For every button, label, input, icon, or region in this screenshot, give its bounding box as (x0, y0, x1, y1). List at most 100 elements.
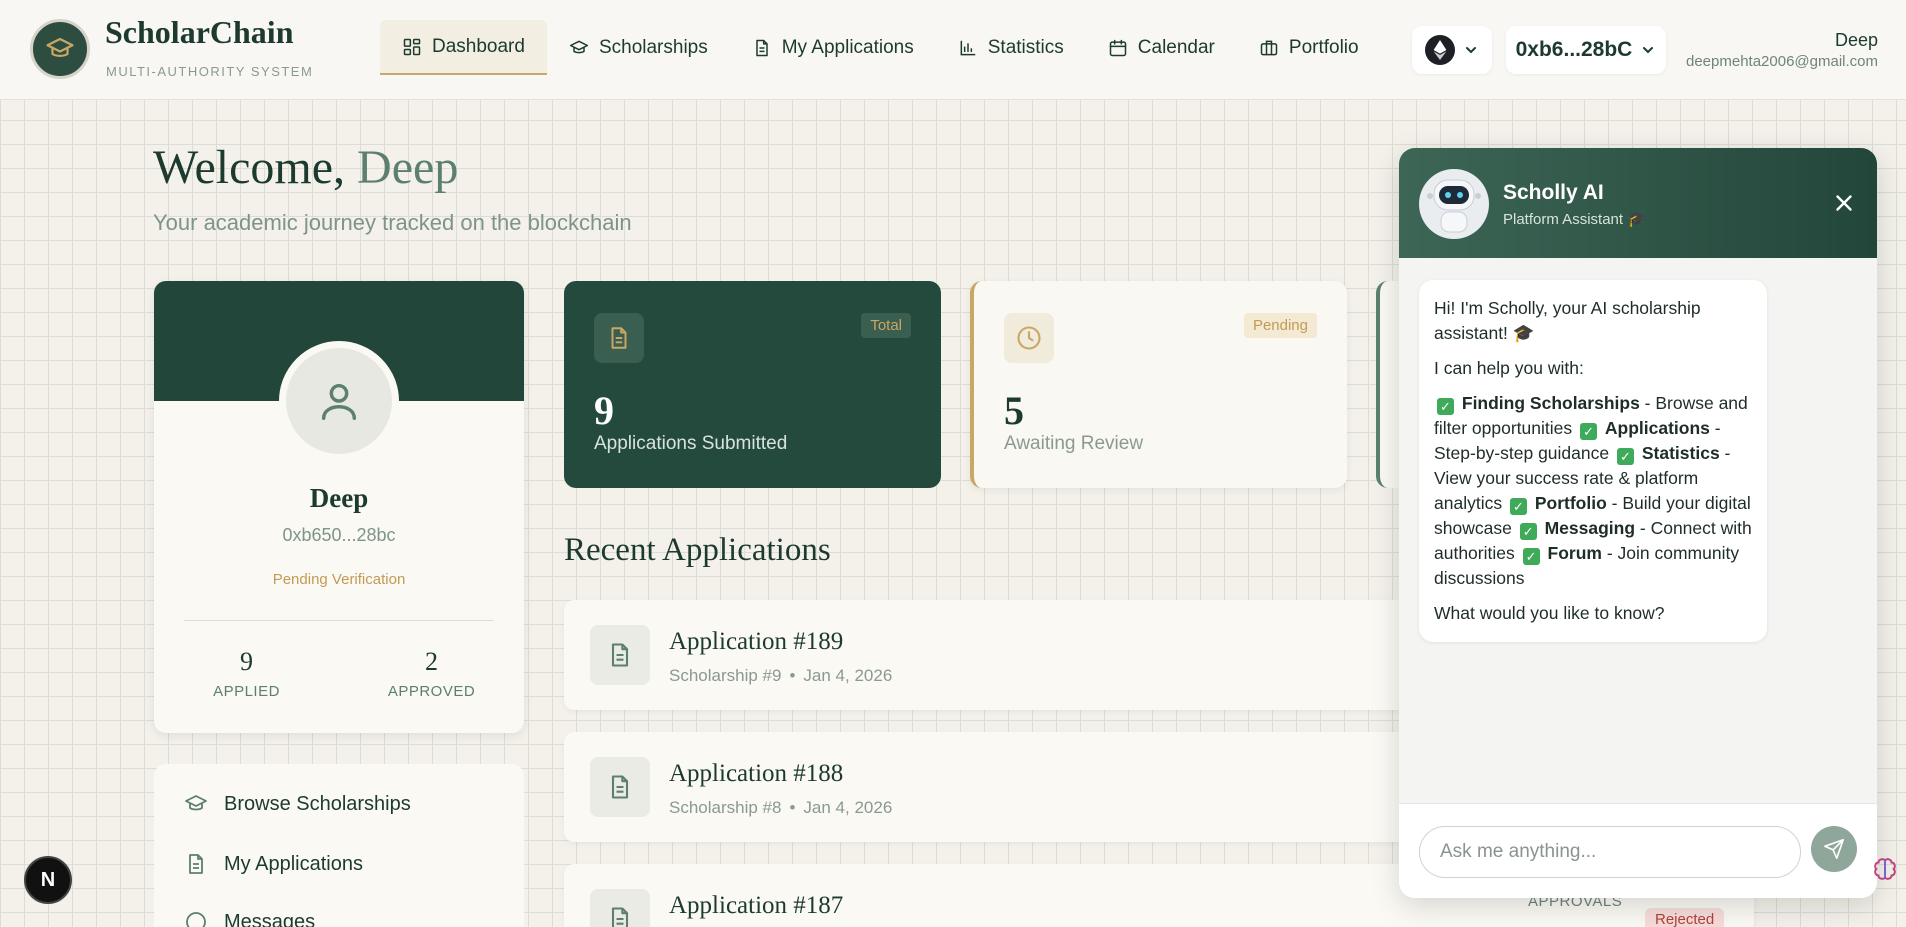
welcome-subtitle: Your academic journey tracked on the blo… (153, 210, 632, 235)
nav-label: Portfolio (1288, 36, 1359, 58)
send-button[interactable] (1811, 826, 1857, 872)
bar-chart-icon (960, 40, 976, 55)
checkmark-icon: ✓ (1437, 398, 1454, 415)
link-browse-scholarships[interactable]: Browse Scholarships (184, 792, 411, 816)
profile-name: Deep (309, 483, 369, 513)
feature-list: ✓ Finding Scholarships - Browse and filt… (1434, 391, 1752, 591)
application-title: Application #188 (669, 760, 844, 787)
stat-card-pending: Pending 5 Awaiting Review (970, 281, 1347, 488)
main-nav: Dashboard Scholarships My Applications S… (380, 20, 1381, 75)
document-icon (590, 889, 650, 927)
profile-address: 0xb650...28bc (282, 525, 396, 545)
link-messages[interactable]: Messages (184, 910, 315, 927)
chat-input[interactable] (1419, 826, 1801, 878)
nav-label: Scholarships (598, 36, 708, 58)
robot-avatar-icon (1419, 169, 1489, 239)
chat-subtitle: Platform Assistant 🎓 (1503, 211, 1646, 228)
applied-label: APPLIED (213, 683, 280, 700)
scholarship-id: Scholarship #9 (669, 666, 782, 685)
chevron-down-icon (1643, 47, 1654, 54)
divider (184, 620, 494, 621)
application-meta: Scholarship #8 • Jan 4, 2026 (669, 798, 893, 817)
application-row[interactable]: Application #189 Scholarship #9 • Jan 4, 2… (564, 600, 1424, 710)
applied-stat: 9 APPLIED (154, 647, 339, 700)
application-date: Jan 4, 2026 (803, 666, 893, 685)
top-nav-bar: ScholarChain MULTI-AUTHORITY SYSTEM Dash… (0, 0, 1906, 100)
document-icon (590, 757, 650, 817)
checkmark-icon: ✓ (1580, 423, 1598, 440)
approved-label: APPROVED (387, 683, 476, 700)
chat-header: Scholly AI Platform Assistant 🎓 (1399, 148, 1877, 258)
brain-icon[interactable] (1872, 856, 1898, 882)
link-label: Messages (224, 910, 316, 927)
chat-icon (186, 912, 206, 927)
chevron-down-icon (1466, 47, 1476, 54)
stat-label: Awaiting Review (1004, 433, 1144, 454)
nav-label: Dashboard (432, 35, 525, 57)
brand-name[interactable]: ScholarChain (105, 14, 293, 51)
user-name[interactable]: Deep (1835, 30, 1878, 51)
document-icon (755, 39, 768, 56)
approved-count: 2 (425, 647, 438, 676)
application-title: Application #187 (669, 892, 844, 919)
checkmark-icon: ✓ (1522, 548, 1540, 565)
close-icon[interactable] (1831, 190, 1857, 216)
grid-icon (403, 38, 421, 55)
document-icon (590, 625, 650, 685)
calendar-icon (1109, 39, 1127, 56)
avatar[interactable] (279, 341, 399, 461)
welcome-heading: Welcome, Deep (153, 140, 458, 195)
feature-name: Forum (1547, 543, 1602, 563)
brand-subtitle: MULTI-AUTHORITY SYSTEM (106, 64, 314, 79)
user-icon (321, 383, 357, 420)
application-title: Application #189 (669, 628, 844, 655)
stat-value: 9 (594, 388, 614, 433)
feature-name: Applications (1604, 418, 1710, 438)
nextjs-dev-indicator[interactable]: N (24, 856, 72, 904)
status-badge: Rejected (1645, 908, 1725, 927)
document-icon (594, 313, 644, 363)
feature-name: Finding Scholarships (1461, 393, 1640, 413)
assistant-message: Hi! I'm Scholly, your AI scholarship ass… (1419, 280, 1767, 642)
stat-value: 5 (1004, 388, 1024, 433)
briefcase-icon (1260, 40, 1278, 55)
network-selector[interactable] (1412, 26, 1492, 74)
quick-links-card: Browse Scholarships My Applications Mess… (154, 764, 524, 927)
wallet-address: 0xb6...28bC (1515, 38, 1633, 61)
feature-name: Statistics (1641, 443, 1720, 463)
clock-icon (1004, 313, 1054, 363)
ai-chat-panel: Scholly AI Platform Assistant 🎓 Hi! I'm … (1399, 148, 1877, 898)
verification-status: Pending Verification (272, 571, 406, 588)
checkmark-icon: ✓ (1509, 498, 1527, 515)
stat-label: Applications Submitted (594, 433, 788, 454)
graduation-cap-icon (46, 37, 74, 57)
logo[interactable] (30, 19, 90, 79)
application-date: Jan 4, 2026 (803, 798, 893, 817)
nav-scholarships[interactable]: Scholarships (547, 20, 730, 75)
application-row[interactable]: Application #188 Scholarship #8 • Jan 4, 2… (564, 732, 1424, 842)
wallet-button[interactable]: 0xb6...28bC (1506, 26, 1666, 74)
applied-count: 9 (240, 647, 253, 676)
chat-input-bar (1399, 803, 1877, 898)
checkmark-icon: ✓ (1617, 448, 1634, 465)
scholarship-id: Scholarship #8 (669, 798, 782, 817)
nav-label: My Applications (781, 36, 914, 58)
ethereum-icon (1425, 35, 1455, 65)
link-label: My Applications (224, 852, 363, 875)
graduation-cap-icon (185, 795, 207, 811)
checkmark-icon: ✓ (1519, 523, 1537, 540)
message-question: What would you like to know? (1434, 603, 1665, 623)
message-help-intro: I can help you with: (1434, 358, 1584, 378)
nav-portfolio[interactable]: Portfolio (1237, 20, 1381, 75)
graduation-cap-icon (569, 40, 589, 53)
status-badge: Total (861, 313, 911, 338)
nav-dashboard[interactable]: Dashboard (380, 20, 547, 75)
nav-statistics[interactable]: Statistics (936, 20, 1086, 75)
welcome-prefix: Welcome, (153, 141, 358, 194)
nav-calendar[interactable]: Calendar (1086, 20, 1237, 75)
feature-name: Portfolio (1534, 493, 1607, 513)
link-label: Browse Scholarships (224, 792, 411, 815)
nav-my-applications[interactable]: My Applications (730, 20, 936, 75)
approved-stat: 2 APPROVED (339, 647, 524, 700)
link-my-applications[interactable]: My Applications (184, 852, 363, 876)
